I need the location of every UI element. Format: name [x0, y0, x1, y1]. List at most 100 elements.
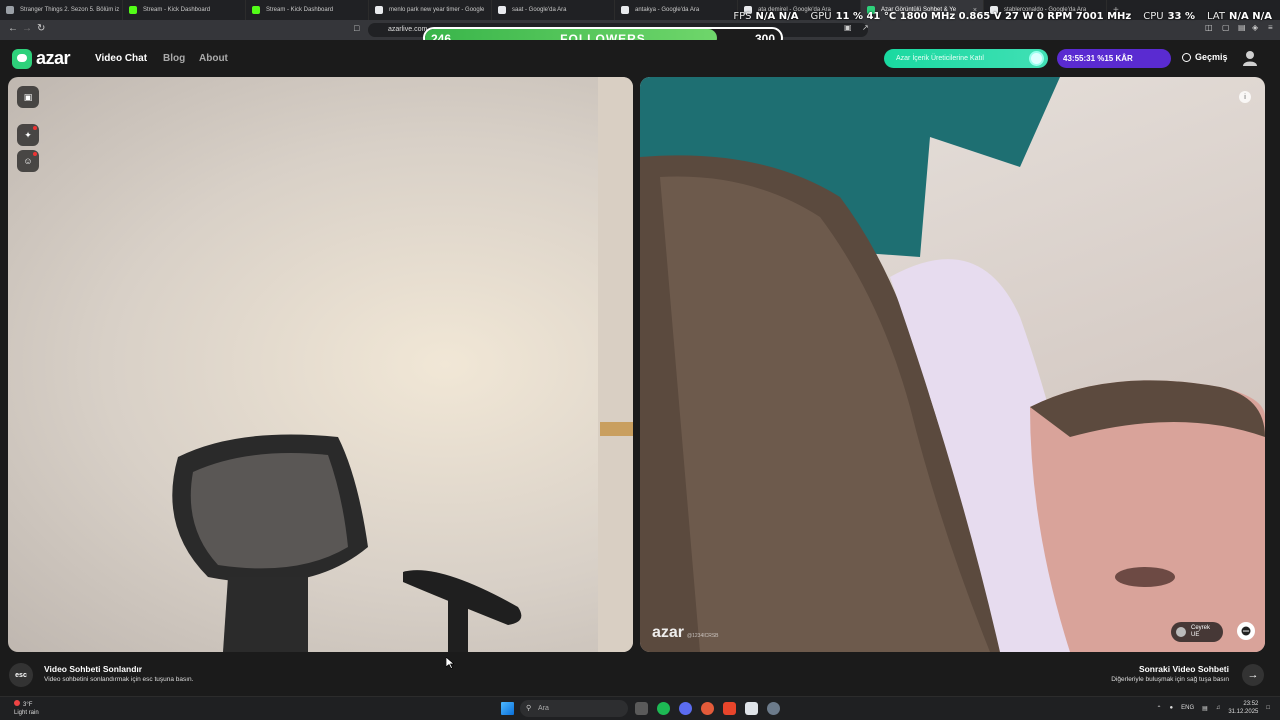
share-icon[interactable]: ↗ — [862, 23, 869, 32]
search-icon: ⚲ — [526, 705, 532, 712]
reload-icon[interactable]: ↻ — [37, 23, 45, 34]
microphone-icon[interactable]: ● — [1170, 705, 1174, 711]
azar-logo[interactable]: azar — [12, 48, 71, 69]
watermark-handle: @1234ICRSB — [687, 633, 719, 639]
notification-dot — [33, 126, 37, 130]
tab-favicon-icon — [498, 6, 506, 14]
tab-favicon-icon — [375, 6, 383, 14]
clock-date: 31.12.2025 — [1228, 709, 1259, 715]
forward-arrow-icon[interactable]: → — [22, 23, 32, 34]
self-video-panel: ▣ ✦ ☺ — [8, 77, 633, 652]
report-button[interactable]: i — [1239, 91, 1251, 103]
browser-tab[interactable]: antakya - Google'da Ara — [615, 0, 738, 20]
history-label: Geçmiş — [1195, 52, 1228, 62]
partner-camera-feed — [640, 77, 1265, 652]
effects-button[interactable]: ✦ — [17, 124, 39, 146]
nav-blog[interactable]: Blog — [163, 53, 185, 64]
promo-badge-icon — [1029, 51, 1044, 66]
obs-icon[interactable] — [745, 702, 758, 715]
gpu-stat: GPU 11 % 41 °C 1800 MHz 0.865 V 27 W 0 RP… — [810, 11, 1132, 22]
back-arrow-icon[interactable]: ← — [8, 23, 18, 34]
sparkle-icon: ✦ — [24, 129, 32, 140]
extension-icon[interactable]: ▣ — [844, 23, 852, 32]
sticker-button[interactable]: ☺ — [17, 150, 39, 172]
tab-title: menlo park new year timer - Google — [389, 7, 485, 13]
partner-info-chip[interactable]: Ceyrek UE — [1171, 622, 1223, 642]
arrow-right-icon: → — [1247, 669, 1259, 681]
chat-bubble-icon — [1241, 626, 1251, 636]
notification-dot — [33, 152, 37, 156]
tab-favicon-icon — [6, 6, 14, 14]
browser-tab[interactable]: Stream - Kick Dashboard — [246, 0, 369, 20]
creator-promo-button[interactable]: Azar İçerik Üreticilerine Katıl — [884, 49, 1048, 68]
expand-button[interactable]: ▣ — [17, 86, 39, 108]
bookmark-icon[interactable]: □ — [354, 23, 359, 33]
url-text: azarlive.com — [388, 26, 428, 33]
partner-country: UE — [1191, 632, 1200, 638]
azar-watermark: azar @1234ICRSB — [652, 624, 719, 642]
nav-video-chat[interactable]: Video Chat — [95, 53, 147, 64]
windows-start-icon[interactable] — [501, 702, 514, 715]
spotify-icon[interactable] — [657, 702, 670, 715]
sidebar-icon[interactable]: ◫ — [1205, 23, 1213, 32]
tab-title: Stream - Kick Dashboard — [143, 7, 211, 13]
partner-video-panel: i azar @1234ICRSB Ceyrek UE — [640, 77, 1265, 652]
info-icon: i — [1244, 93, 1246, 101]
logo-text: azar — [36, 48, 71, 68]
end-chat-hint: Video sohbetini sonlandırmak için esc tu… — [44, 676, 194, 683]
tab-title: Stranger Things 2. Sezon 5. Bölüm iz — [20, 7, 120, 13]
task-view-icon[interactable] — [635, 702, 648, 715]
esc-key-label: esc — [15, 671, 27, 679]
cpu-stat: CPU 33 % — [1143, 11, 1195, 22]
partner-name: Ceyrek — [1191, 625, 1211, 631]
volume-icon[interactable]: ♫ — [1216, 705, 1221, 711]
weather-icon — [14, 700, 20, 706]
performance-overlay: FPS N/A N/A GPU 11 % 41 °C 1800 MHz 0.865 … — [733, 11, 1272, 22]
next-chat-button[interactable]: → — [1242, 664, 1264, 686]
tab-title: saat - Google'da Ara — [512, 7, 567, 13]
chat-button[interactable] — [1237, 622, 1255, 640]
mouse-cursor-icon — [446, 657, 454, 669]
clock-icon — [1182, 52, 1191, 62]
tab-favicon-icon — [621, 6, 629, 14]
browser-tab[interactable]: saat - Google'da Ara — [492, 0, 615, 20]
self-camera-feed — [172, 77, 633, 652]
clock-time: 23:52 — [1243, 701, 1259, 707]
language-indicator[interactable]: ENG — [1181, 705, 1194, 711]
end-chat-button[interactable]: esc — [9, 663, 33, 687]
clock[interactable]: 23:52 31.12.2025 — [1228, 700, 1258, 716]
discord-icon[interactable] — [679, 702, 692, 715]
fps-stat: FPS N/A N/A — [733, 11, 799, 22]
shield-icon[interactable]: ◈ — [1252, 23, 1258, 32]
chevron-up-icon[interactable]: ⌃ — [1157, 705, 1162, 712]
tabs-icon[interactable]: ▢ — [1222, 23, 1230, 32]
chat-footer: esc Video Sohbeti Sonlandır Video sohbet… — [0, 652, 1280, 696]
notifications-icon[interactable]: □ — [1266, 705, 1270, 711]
browser-tab[interactable]: menlo park new year timer - Google — [369, 0, 492, 20]
tab-favicon-icon — [129, 6, 137, 14]
browser-tab[interactable]: Stream - Kick Dashboard — [123, 0, 246, 20]
settings-icon[interactable] — [767, 702, 780, 715]
menu-icon[interactable]: ≡ — [1268, 23, 1273, 32]
site-header: azar Video Chat Blog About Azar İçerik Ü… — [0, 40, 1280, 76]
network-icon[interactable]: ▤ — [1202, 705, 1208, 712]
app-icon[interactable] — [701, 702, 714, 715]
weather-widget[interactable]: 3°F Light rain — [14, 700, 39, 717]
timer-badge[interactable]: 43:55:31 %15 KÂR — [1057, 49, 1171, 68]
tab-title: antakya - Google'da Ara — [635, 7, 700, 13]
history-button[interactable]: Geçmiş — [1182, 52, 1228, 62]
profile-icon[interactable] — [1242, 50, 1258, 66]
search-placeholder: Ara — [538, 705, 549, 712]
tab-favicon-icon — [252, 6, 260, 14]
brave-browser-icon[interactable] — [723, 702, 736, 715]
lat-stat: LAT N/A N/A — [1207, 11, 1272, 22]
windows-taskbar: 3°F Light rain ⚲ Ara ⌃ ● ENG ▤ ♫ 23:52 3… — [0, 696, 1280, 720]
tab-title: Stream - Kick Dashboard — [266, 7, 334, 13]
promo-text: Azar İçerik Üreticilerine Katıl — [896, 55, 984, 62]
expand-icon: ▣ — [23, 91, 33, 102]
taskbar-search[interactable]: ⚲ Ara — [520, 700, 628, 717]
wallet-icon[interactable]: ▤ — [1238, 23, 1246, 32]
browser-tab[interactable]: Stranger Things 2. Sezon 5. Bölüm iz — [0, 0, 123, 20]
timer-text: 43:55:31 %15 KÂR — [1063, 54, 1133, 63]
nav-about[interactable]: About — [199, 53, 228, 64]
